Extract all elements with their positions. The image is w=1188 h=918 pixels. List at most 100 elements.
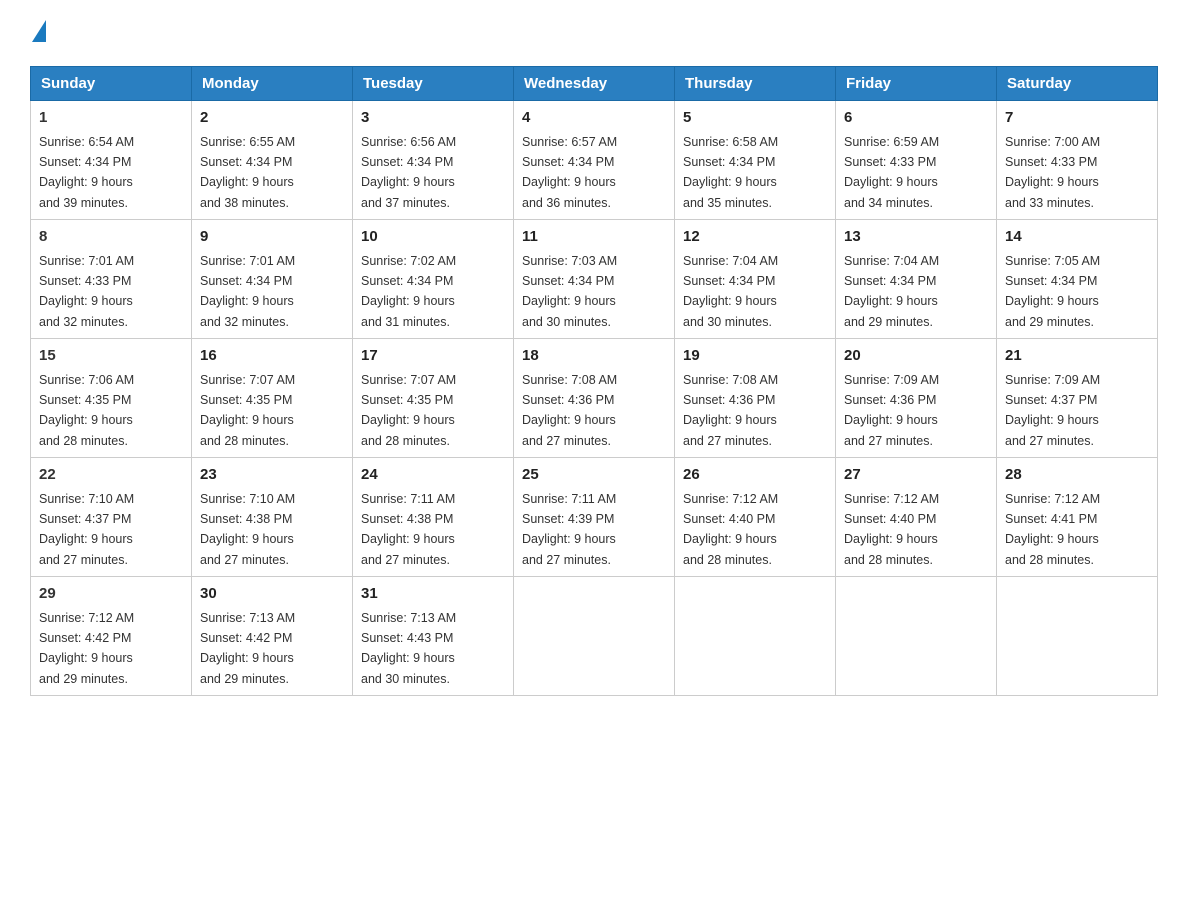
day-number: 13	[844, 226, 988, 249]
day-info: Sunrise: 7:12 AMSunset: 4:41 PMDaylight:…	[1005, 492, 1100, 567]
logo	[30, 20, 46, 46]
day-cell: 7Sunrise: 7:00 AMSunset: 4:33 PMDaylight…	[997, 101, 1158, 220]
day-info: Sunrise: 7:02 AMSunset: 4:34 PMDaylight:…	[361, 254, 456, 329]
day-number: 2	[200, 107, 344, 130]
day-number: 18	[522, 345, 666, 368]
day-number: 8	[39, 226, 183, 249]
day-cell: 8 Sunrise: 7:01 AMSunset: 4:33 PMDaylight…	[31, 220, 192, 339]
day-info: Sunrise: 7:01 AMSunset: 4:33 PMDaylight:…	[39, 254, 134, 329]
day-number: 9	[200, 226, 344, 249]
day-cell: 22 Sunrise: 7:10 AMSunset: 4:37 PMDayligh…	[31, 458, 192, 577]
day-cell: 20Sunrise: 7:09 AMSunset: 4:36 PMDayligh…	[836, 339, 997, 458]
day-info: Sunrise: 6:56 AMSunset: 4:34 PMDaylight:…	[361, 135, 456, 210]
day-number: 21	[1005, 345, 1149, 368]
logo-triangle-icon	[32, 20, 46, 42]
day-info: Sunrise: 7:11 AMSunset: 4:39 PMDaylight:…	[522, 492, 616, 567]
day-cell: 14 Sunrise: 7:05 AMSunset: 4:34 PMDayligh…	[997, 220, 1158, 339]
day-number: 20	[844, 345, 988, 368]
day-cell: 13 Sunrise: 7:04 AMSunset: 4:34 PMDayligh…	[836, 220, 997, 339]
day-cell: 2 Sunrise: 6:55 AMSunset: 4:34 PMDaylight…	[192, 101, 353, 220]
day-cell: 25 Sunrise: 7:11 AMSunset: 4:39 PMDayligh…	[514, 458, 675, 577]
day-info: Sunrise: 7:05 AMSunset: 4:34 PMDaylight:…	[1005, 254, 1100, 329]
day-info: Sunrise: 7:06 AMSunset: 4:35 PMDaylight:…	[39, 373, 134, 448]
day-number: 22	[39, 464, 183, 487]
calendar-header: SundayMondayTuesdayWednesdayThursdayFrid…	[31, 67, 1158, 101]
day-number: 5	[683, 107, 827, 130]
day-cell: 16Sunrise: 7:07 AMSunset: 4:35 PMDayligh…	[192, 339, 353, 458]
day-info: Sunrise: 7:03 AMSunset: 4:34 PMDaylight:…	[522, 254, 617, 329]
day-info: Sunrise: 7:08 AMSunset: 4:36 PMDaylight:…	[522, 373, 617, 448]
day-number: 19	[683, 345, 827, 368]
day-cell: 31 Sunrise: 7:13 AMSunset: 4:43 PMDayligh…	[353, 577, 514, 696]
header-cell-thursday: Thursday	[675, 67, 836, 101]
day-info: Sunrise: 7:11 AMSunset: 4:38 PMDaylight:…	[361, 492, 455, 567]
header-cell-friday: Friday	[836, 67, 997, 101]
day-number: 17	[361, 345, 505, 368]
day-info: Sunrise: 6:55 AMSunset: 4:34 PMDaylight:…	[200, 135, 295, 210]
day-info: Sunrise: 7:12 AMSunset: 4:40 PMDaylight:…	[683, 492, 778, 567]
day-cell: 4 Sunrise: 6:57 AMSunset: 4:34 PMDaylight…	[514, 101, 675, 220]
header-cell-tuesday: Tuesday	[353, 67, 514, 101]
day-cell: 17 Sunrise: 7:07 AMSunset: 4:35 PMDayligh…	[353, 339, 514, 458]
day-info: Sunrise: 7:13 AMSunset: 4:42 PMDaylight:…	[200, 611, 295, 686]
day-number: 4	[522, 107, 666, 130]
day-info: Sunrise: 7:00 AMSunset: 4:33 PMDaylight:…	[1005, 135, 1100, 210]
day-number: 11	[522, 226, 666, 249]
day-info: Sunrise: 7:07 AMSunset: 4:35 PMDaylight:…	[361, 373, 456, 448]
day-cell: 23 Sunrise: 7:10 AMSunset: 4:38 PMDayligh…	[192, 458, 353, 577]
day-cell: 11 Sunrise: 7:03 AMSunset: 4:34 PMDayligh…	[514, 220, 675, 339]
day-cell: 15Sunrise: 7:06 AMSunset: 4:35 PMDayligh…	[31, 339, 192, 458]
day-cell: 1 Sunrise: 6:54 AMSunset: 4:34 PMDaylight…	[31, 101, 192, 220]
day-cell: 9 Sunrise: 7:01 AMSunset: 4:34 PMDaylight…	[192, 220, 353, 339]
day-number: 29	[39, 583, 183, 606]
day-number: 26	[683, 464, 827, 487]
day-number: 30	[200, 583, 344, 606]
week-row-2: 8 Sunrise: 7:01 AMSunset: 4:33 PMDaylight…	[31, 220, 1158, 339]
day-cell: 5Sunrise: 6:58 AMSunset: 4:34 PMDaylight…	[675, 101, 836, 220]
week-row-1: 1 Sunrise: 6:54 AMSunset: 4:34 PMDaylight…	[31, 101, 1158, 220]
day-cell	[514, 577, 675, 696]
day-number: 23	[200, 464, 344, 487]
calendar-table: SundayMondayTuesdayWednesdayThursdayFrid…	[30, 66, 1158, 696]
day-info: Sunrise: 7:10 AMSunset: 4:37 PMDaylight:…	[39, 492, 134, 567]
day-info: Sunrise: 7:04 AMSunset: 4:34 PMDaylight:…	[683, 254, 778, 329]
day-cell: 27Sunrise: 7:12 AMSunset: 4:40 PMDayligh…	[836, 458, 997, 577]
header-row: SundayMondayTuesdayWednesdayThursdayFrid…	[31, 67, 1158, 101]
day-number: 25	[522, 464, 666, 487]
week-row-4: 22 Sunrise: 7:10 AMSunset: 4:37 PMDayligh…	[31, 458, 1158, 577]
day-cell: 6 Sunrise: 6:59 AMSunset: 4:33 PMDaylight…	[836, 101, 997, 220]
day-number: 1	[39, 107, 183, 130]
day-number: 16	[200, 345, 344, 368]
week-row-5: 29 Sunrise: 7:12 AMSunset: 4:42 PMDayligh…	[31, 577, 1158, 696]
day-info: Sunrise: 7:04 AMSunset: 4:34 PMDaylight:…	[844, 254, 939, 329]
week-row-3: 15Sunrise: 7:06 AMSunset: 4:35 PMDayligh…	[31, 339, 1158, 458]
day-number: 28	[1005, 464, 1149, 487]
day-cell: 30 Sunrise: 7:13 AMSunset: 4:42 PMDayligh…	[192, 577, 353, 696]
page-header	[30, 20, 1158, 46]
day-cell: 21Sunrise: 7:09 AMSunset: 4:37 PMDayligh…	[997, 339, 1158, 458]
day-cell: 10 Sunrise: 7:02 AMSunset: 4:34 PMDayligh…	[353, 220, 514, 339]
day-cell: 18 Sunrise: 7:08 AMSunset: 4:36 PMDayligh…	[514, 339, 675, 458]
day-info: Sunrise: 7:13 AMSunset: 4:43 PMDaylight:…	[361, 611, 456, 686]
day-number: 3	[361, 107, 505, 130]
day-cell: 29 Sunrise: 7:12 AMSunset: 4:42 PMDayligh…	[31, 577, 192, 696]
day-info: Sunrise: 7:12 AMSunset: 4:40 PMDaylight:…	[844, 492, 939, 567]
day-cell: 19Sunrise: 7:08 AMSunset: 4:36 PMDayligh…	[675, 339, 836, 458]
day-number: 6	[844, 107, 988, 130]
day-number: 10	[361, 226, 505, 249]
day-info: Sunrise: 7:01 AMSunset: 4:34 PMDaylight:…	[200, 254, 295, 329]
header-cell-wednesday: Wednesday	[514, 67, 675, 101]
day-info: Sunrise: 6:54 AMSunset: 4:34 PMDaylight:…	[39, 135, 134, 210]
header-cell-saturday: Saturday	[997, 67, 1158, 101]
day-cell: 3 Sunrise: 6:56 AMSunset: 4:34 PMDaylight…	[353, 101, 514, 220]
day-info: Sunrise: 7:12 AMSunset: 4:42 PMDaylight:…	[39, 611, 134, 686]
day-info: Sunrise: 7:10 AMSunset: 4:38 PMDaylight:…	[200, 492, 295, 567]
day-number: 31	[361, 583, 505, 606]
day-info: Sunrise: 6:59 AMSunset: 4:33 PMDaylight:…	[844, 135, 939, 210]
header-cell-monday: Monday	[192, 67, 353, 101]
day-number: 14	[1005, 226, 1149, 249]
day-info: Sunrise: 6:57 AMSunset: 4:34 PMDaylight:…	[522, 135, 617, 210]
day-cell: 26 Sunrise: 7:12 AMSunset: 4:40 PMDayligh…	[675, 458, 836, 577]
header-cell-sunday: Sunday	[31, 67, 192, 101]
day-cell: 12Sunrise: 7:04 AMSunset: 4:34 PMDayligh…	[675, 220, 836, 339]
